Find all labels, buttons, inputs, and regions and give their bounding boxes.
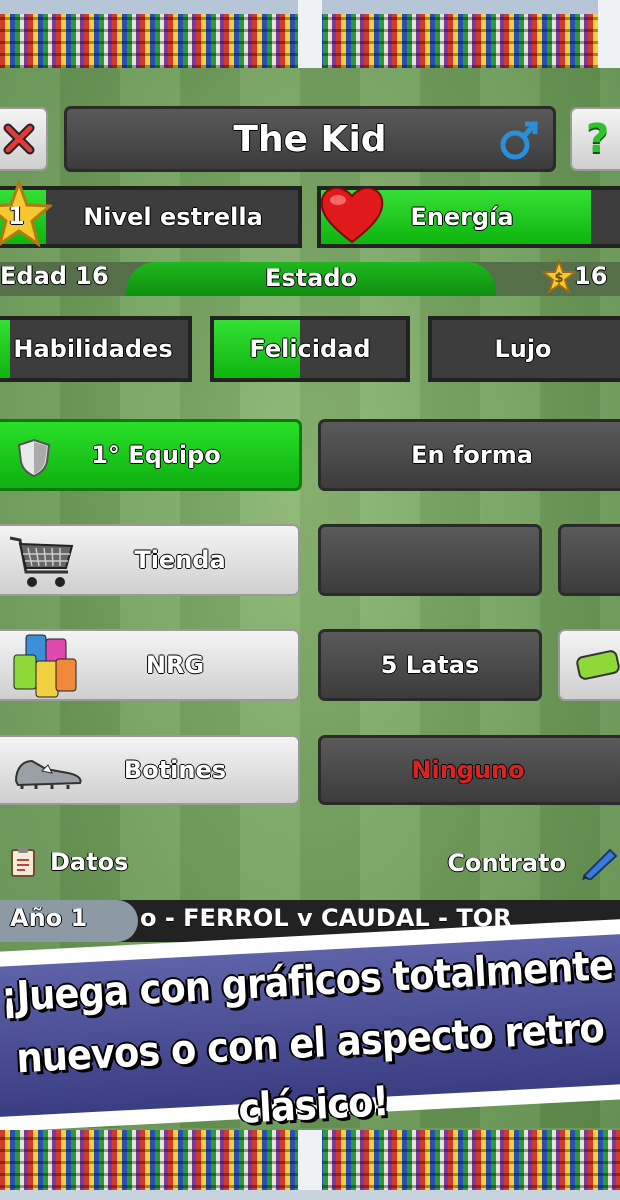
- help-button[interactable]: ?: [570, 107, 620, 171]
- age-label: Edad 16: [0, 262, 109, 290]
- nrg-count-display: 5 Latas: [318, 629, 542, 701]
- first-team-button[interactable]: 1° Equipo: [0, 419, 302, 491]
- star-level-label: Nivel estrella: [83, 203, 263, 231]
- close-button[interactable]: [0, 107, 48, 171]
- skills-bar[interactable]: Habilidades: [0, 316, 192, 382]
- happiness-label: Felicidad: [249, 335, 371, 363]
- year-label: Año 1: [10, 904, 88, 932]
- happiness-bar[interactable]: Felicidad: [210, 316, 410, 382]
- close-icon: [3, 123, 35, 155]
- nrg-count: 5 Latas: [380, 651, 480, 679]
- heart-icon: [320, 186, 384, 244]
- nrg-label: NRG: [145, 651, 205, 679]
- energy-drink-cans-icon: [13, 634, 77, 698]
- boots-value-display: Ninguno: [318, 735, 620, 805]
- star-level-value: 1: [8, 202, 25, 230]
- player-name: The Kid: [233, 118, 387, 160]
- pen-icon: [582, 848, 618, 880]
- clipboard-icon: [11, 847, 35, 877]
- status-label: Estado: [264, 264, 357, 292]
- form-button[interactable]: En forma: [318, 419, 620, 491]
- football-boot-icon: [14, 759, 82, 789]
- svg-text:$: $: [554, 271, 563, 286]
- stadium-gap: [298, 1130, 322, 1190]
- promo-text: ¡Juega con gráficos totalmente nuevos o …: [0, 934, 620, 1152]
- money-star-icon: $: [542, 260, 576, 294]
- drink-nrg-button[interactable]: [558, 629, 620, 701]
- data-link[interactable]: Datos: [10, 846, 128, 878]
- money-value: 16: [574, 262, 608, 290]
- contract-link[interactable]: Contrato: [447, 846, 620, 880]
- player-name-panel[interactable]: The Kid: [64, 106, 556, 172]
- boots-label: Botines: [123, 756, 227, 784]
- first-team-label: 1° Equipo: [91, 441, 221, 469]
- boots-value: Ninguno: [411, 756, 525, 784]
- shop-button[interactable]: Tienda: [0, 524, 300, 596]
- help-icon: ?: [586, 116, 610, 162]
- nrg-button[interactable]: NRG: [0, 629, 300, 701]
- stadium-gap: [598, 0, 620, 68]
- luxury-label: Lujo: [494, 335, 552, 363]
- energy-can-icon: [576, 650, 620, 680]
- shopping-cart-icon: [9, 536, 74, 587]
- contract-label: Contrato: [447, 849, 566, 877]
- data-label: Datos: [50, 848, 129, 876]
- male-symbol-icon: [500, 121, 538, 160]
- stadium-gap: [298, 0, 322, 68]
- shield-icon: [17, 438, 51, 478]
- luxury-bar[interactable]: Lujo: [428, 316, 620, 382]
- skills-label: Habilidades: [13, 335, 173, 363]
- boots-button[interactable]: Botines: [0, 735, 300, 805]
- shop-slot-empty[interactable]: [318, 524, 542, 596]
- shop-slot-empty-2[interactable]: [558, 524, 620, 596]
- skills-fill: [0, 320, 10, 378]
- shop-label: Tienda: [134, 546, 226, 574]
- form-label: En forma: [411, 441, 533, 469]
- energy-label: Energía: [410, 203, 514, 231]
